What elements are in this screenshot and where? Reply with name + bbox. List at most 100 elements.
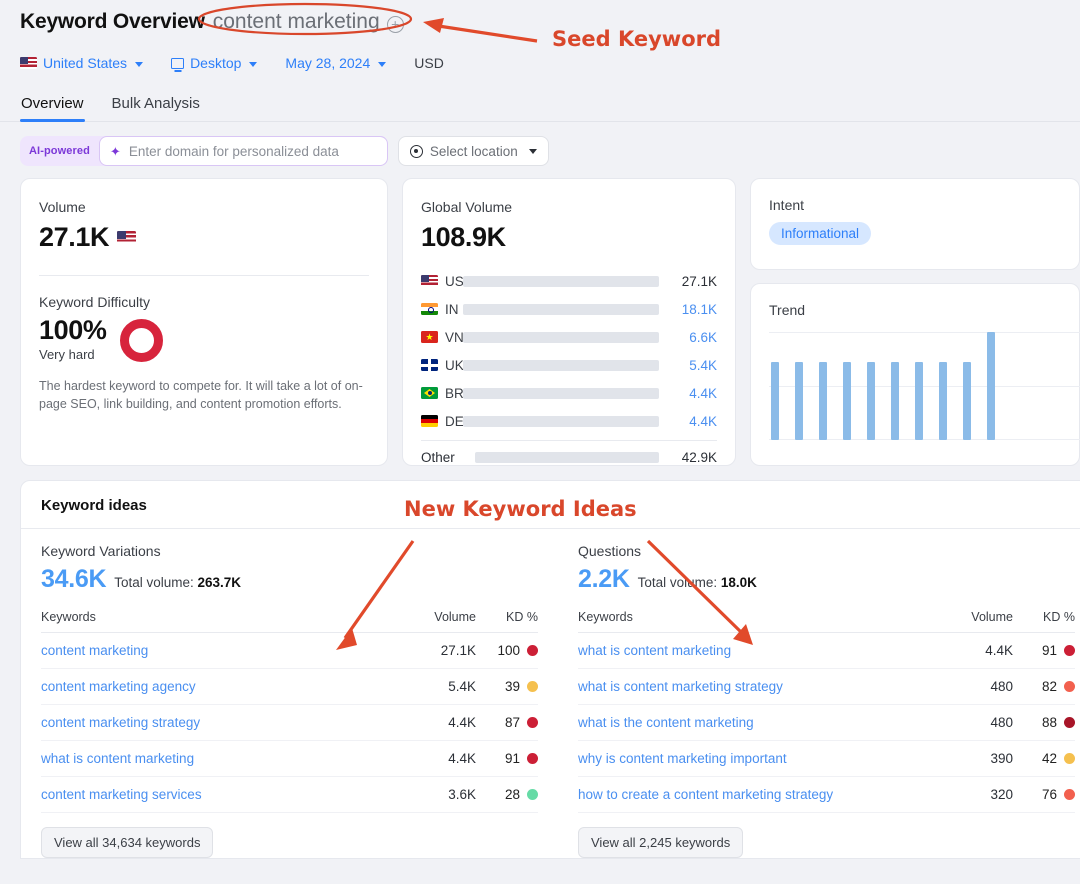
table-row[interactable]: content marketing strategy4.4K87 (41, 705, 538, 741)
keyword-link[interactable]: how to create a content marketing strate… (578, 787, 833, 802)
column-count: 34.6K (41, 565, 106, 594)
global-volume-row: BR 4.4K (421, 379, 717, 407)
table-row[interactable]: why is content marketing important39042 (578, 741, 1075, 777)
table-row[interactable]: content marketing services3.6K28 (41, 777, 538, 813)
country-code: BR (445, 386, 464, 401)
keyword-link[interactable]: content marketing strategy (41, 715, 200, 730)
country-cell: IN (421, 302, 463, 317)
table-row[interactable]: what is content marketing4.4K91 (578, 633, 1075, 669)
keyword-cell[interactable]: what is content marketing (41, 741, 402, 777)
location-select-label: Select location (430, 144, 518, 159)
keyword-cell[interactable]: what is content marketing (578, 633, 939, 669)
country-code: UK (445, 358, 464, 373)
global-volume-row: DE4.4K (421, 407, 717, 435)
keyword-link[interactable]: what is the content marketing (578, 715, 754, 730)
volume-cell: 4.4K (939, 633, 1013, 669)
volume-cell: 480 (939, 669, 1013, 705)
location-select[interactable]: Select location (398, 136, 549, 166)
keyword-link[interactable]: what is content marketing (578, 643, 731, 658)
keyword-cell[interactable]: what is content marketing strategy (578, 669, 939, 705)
trend-bar (915, 362, 923, 440)
keyword-difficulty-description: The hardest keyword to compete for. It w… (39, 377, 369, 413)
kd-cell: 76 (1013, 777, 1075, 813)
device-label: Desktop (190, 55, 241, 71)
keyword-cell[interactable]: content marketing services (41, 777, 402, 813)
volume-card: Volume 27.1K Keyword Difficulty 100% Ver… (20, 178, 388, 466)
trend-bar (939, 362, 947, 440)
sparkle-icon: ✦ (110, 145, 121, 158)
keyword-cell[interactable]: content marketing (41, 633, 402, 669)
header-kd: KD % (1013, 610, 1075, 633)
divider (39, 275, 369, 276)
date-selector[interactable]: May 28, 2024 (285, 55, 386, 71)
global-volume-label: Global Volume (421, 199, 717, 215)
keyword-link[interactable]: what is content marketing strategy (578, 679, 783, 694)
volume-value-row: 27.1K (39, 222, 369, 253)
seed-keyword: content marketing (213, 10, 404, 34)
volume-value: 27.1K (669, 274, 717, 289)
keyword-link[interactable]: content marketing services (41, 787, 202, 802)
keyword-table: KeywordsVolumeKD %content marketing27.1K… (41, 610, 538, 813)
table-row[interactable]: how to create a content marketing strate… (578, 777, 1075, 813)
keyword-cell[interactable]: why is content marketing important (578, 741, 939, 777)
header-keywords: Keywords (578, 610, 939, 633)
kd-dot-icon (527, 717, 538, 728)
volume-value: 4.4K (669, 386, 717, 401)
trend-bar (795, 362, 803, 440)
chevron-down-icon (378, 62, 386, 67)
chevron-down-icon (249, 62, 257, 67)
header-kd: KD % (476, 610, 538, 633)
country-code: IN (445, 302, 459, 317)
other-label: Other (421, 450, 475, 465)
column-total-volume: Total volume: 18.0K (638, 575, 757, 590)
intent-badge[interactable]: Informational (769, 222, 871, 245)
country-code: DE (445, 414, 464, 429)
keyword-ideas-body: Keyword Variations 34.6K Total volume: 263… (21, 529, 1080, 858)
keyword-link[interactable]: content marketing (41, 643, 148, 658)
keyword-link[interactable]: content marketing agency (41, 679, 196, 694)
kd-dot-icon (1064, 789, 1075, 800)
volume-cell: 390 (939, 741, 1013, 777)
table-row[interactable]: content marketing27.1K100 (41, 633, 538, 669)
volume-cell: 320 (939, 777, 1013, 813)
kd-dot-icon (527, 753, 538, 764)
volume-cell: 5.4K (402, 669, 476, 705)
column-title: Keyword Variations (41, 543, 538, 559)
monitor-icon (171, 58, 184, 69)
currency-label: USD (414, 55, 444, 71)
view-all-button[interactable]: View all 2,245 keywords (578, 827, 743, 858)
keyword-cell[interactable]: content marketing agency (41, 669, 402, 705)
br-flag-icon (421, 387, 438, 399)
country-cell: DE (421, 414, 463, 429)
domain-input[interactable]: ✦ Enter domain for personalized data (99, 136, 388, 166)
table-row[interactable]: what is content marketing strategy48082 (578, 669, 1075, 705)
ai-domain-group: AI-powered ✦ Enter domain for personaliz… (20, 136, 388, 166)
location-pin-icon (410, 145, 423, 158)
uk-flag-icon (421, 359, 438, 371)
page-title: Keyword Overview (20, 10, 205, 34)
chevron-down-icon (529, 149, 537, 154)
trend-bar (867, 362, 875, 440)
tab-overview[interactable]: Overview (20, 89, 85, 121)
global-volume-row: IN18.1K (421, 295, 717, 323)
keyword-cell[interactable]: what is the content marketing (578, 705, 939, 741)
volume-cell: 3.6K (402, 777, 476, 813)
keyword-link[interactable]: why is content marketing important (578, 751, 787, 766)
table-row[interactable]: what is the content marketing48088 (578, 705, 1075, 741)
table-row[interactable]: content marketing agency5.4K39 (41, 669, 538, 705)
column-total-volume: Total volume: 263.7K (114, 575, 241, 590)
page-header: Keyword Overview content marketing Unite… (0, 0, 1080, 75)
view-all-button[interactable]: View all 34,634 keywords (41, 827, 213, 858)
us-flag-icon (117, 231, 136, 244)
country-selector[interactable]: United States (20, 55, 143, 71)
table-row[interactable]: what is content marketing4.4K91 (41, 741, 538, 777)
device-selector[interactable]: Desktop (171, 55, 257, 71)
keyword-cell[interactable]: content marketing strategy (41, 705, 402, 741)
plus-circle-icon[interactable] (387, 16, 404, 33)
filter-bar: AI-powered ✦ Enter domain for personaliz… (0, 122, 1080, 166)
keyword-link[interactable]: what is content marketing (41, 751, 194, 766)
global-volume-value: 108.9K (421, 222, 717, 253)
keyword-cell[interactable]: how to create a content marketing strate… (578, 777, 939, 813)
volume-bar-track (463, 360, 659, 371)
tab-bulk-analysis[interactable]: Bulk Analysis (111, 89, 201, 121)
